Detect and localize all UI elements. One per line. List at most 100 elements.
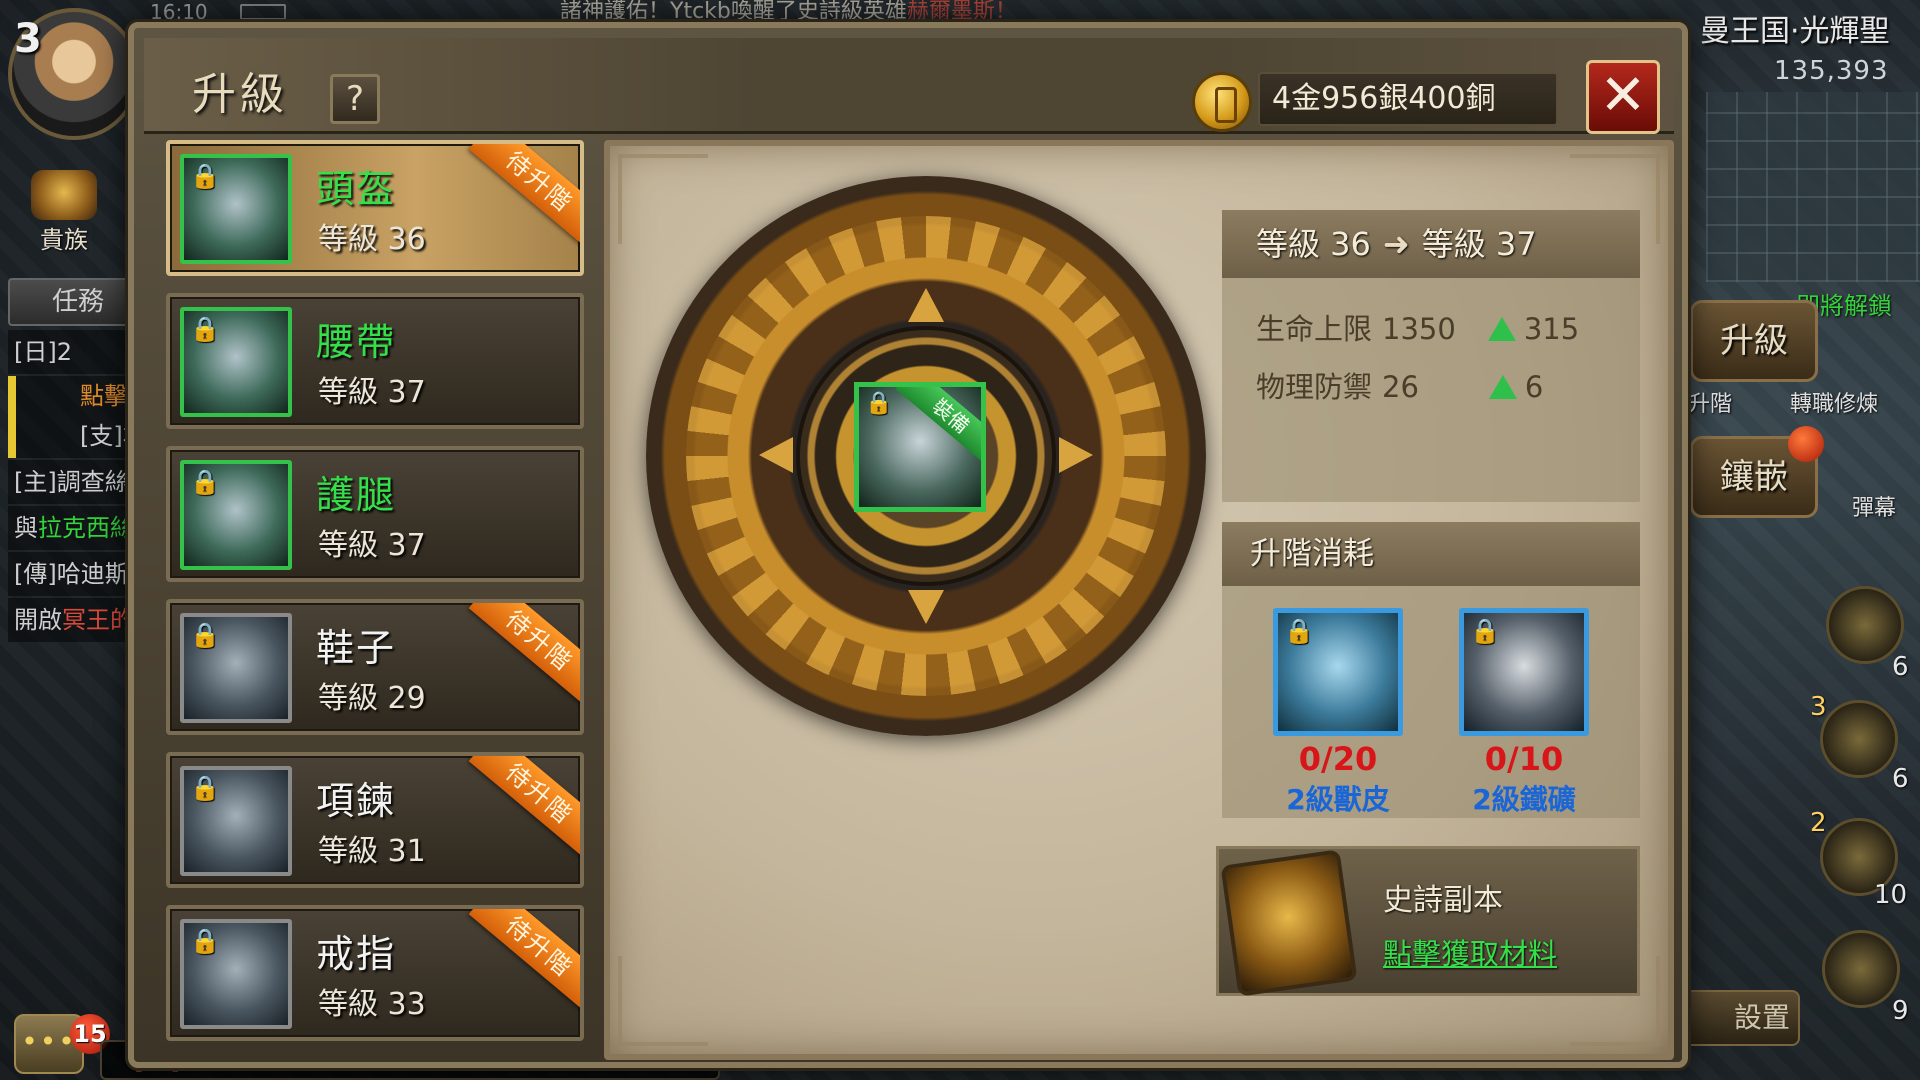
material-item[interactable]: 🔒 0/10 2級鐵礦 — [1456, 608, 1592, 818]
skill-round-icon[interactable] — [1822, 930, 1900, 1008]
medallion-spike — [759, 437, 793, 473]
equipment-name: 腰帶 — [316, 320, 397, 364]
combat-power-value: 135,393 — [1774, 56, 1889, 86]
stat-increase: 6 — [1524, 370, 1544, 404]
treasure-chest-icon — [31, 170, 97, 220]
medallion-spike — [1059, 437, 1093, 473]
skill-badge: 2 — [1810, 808, 1827, 838]
side-upgrade-button[interactable]: 升級 — [1690, 300, 1818, 382]
equipment-level: 等級 37 — [318, 528, 426, 563]
epic-dungeon-panel[interactable]: 史詩副本 點擊獲取材料 — [1216, 846, 1640, 997]
hide-icon: 🔒 — [1273, 608, 1403, 736]
stat-value: 26 — [1382, 370, 1419, 404]
quest-alert-text: 點擊 — [80, 382, 128, 410]
equipment-item-leggings[interactable]: 🔒 護腿 等級 37 — [166, 446, 584, 582]
equipment-level: 等級 31 — [318, 834, 426, 869]
skill-round-icon[interactable] — [1820, 700, 1898, 778]
necklace-icon: 🔒 — [180, 766, 292, 876]
side-barrage-label[interactable]: 彈幕 — [1852, 490, 1896, 522]
clock-text: 16:10 — [150, 0, 208, 24]
equipment-medallion: 🔒 裝備 — [646, 176, 1206, 736]
dialog-header: 升級 ? 4金956銀400銅 ✕ — [144, 38, 1674, 134]
material-count: 0/10 — [1484, 740, 1564, 778]
lock-icon: 🔒 — [190, 927, 220, 955]
material-item[interactable]: 🔒 0/20 2級獸皮 — [1270, 608, 1406, 818]
ore-icon: 🔒 — [1459, 608, 1589, 736]
lock-icon: 🔒 — [1470, 617, 1500, 645]
lock-icon: 🔒 — [190, 774, 220, 802]
material-name: 2級鐵礦 — [1472, 783, 1576, 816]
close-button[interactable]: ✕ — [1586, 60, 1660, 134]
skill-count: 10 — [1874, 880, 1908, 910]
skill-count: 6 — [1892, 764, 1909, 794]
quest-highlight: 拉克西絲 — [38, 514, 134, 542]
level-transition: 等級 36 ➜ 等級 37 — [1222, 210, 1640, 278]
noble-button[interactable]: 貴族 — [26, 170, 102, 254]
material-count: 0/20 — [1298, 740, 1378, 778]
settings-button[interactable]: 設置 — [1680, 990, 1800, 1046]
lock-icon: 🔒 — [190, 162, 220, 190]
equipped-ribbon: 裝備 — [895, 387, 981, 467]
leggings-icon: 🔒 — [180, 460, 292, 570]
stats-panel: 等級 36 ➜ 等級 37 生命上限 1350 315 物理防禦 26 6 — [1222, 210, 1640, 502]
quest-tab[interactable]: 任務 — [8, 278, 148, 326]
increase-arrow-icon — [1488, 375, 1517, 399]
side-advance-label: 升階 — [1688, 392, 1733, 417]
skill-count: 6 — [1892, 652, 1909, 682]
ring-icon: 🔒 — [180, 919, 292, 1029]
boots-icon: 🔒 — [180, 613, 292, 723]
minimap[interactable] — [1706, 92, 1920, 282]
battery-icon — [240, 4, 286, 20]
pending-advance-ribbon: 待升階 — [468, 909, 580, 1011]
medallion-spike — [908, 590, 944, 624]
gold-coin-icon — [1192, 72, 1252, 132]
equipment-list: 🔒 頭盔 等級 36 待升階 🔒 腰帶 等級 37 🔒 護腿 等級 37 🔒 鞋… — [166, 140, 584, 1058]
marquee-text: 諸神護佑！Ytckb喚醒了史詩級英雄 — [560, 0, 907, 24]
helmet-icon: 🔒 — [180, 154, 292, 264]
system-marquee: 諸神護佑！Ytckb喚醒了史詩級英雄赫爾墨斯！ — [560, 0, 1260, 24]
dungeon-book-icon — [1220, 849, 1358, 997]
lock-icon: 🔒 — [190, 621, 220, 649]
corner-ornament — [618, 154, 708, 244]
equipment-item-ring[interactable]: 🔒 戒指 等級 33 待升階 — [166, 905, 584, 1041]
quest-highlight: 冥王的 — [62, 606, 134, 634]
equipment-level: 等級 33 — [318, 987, 426, 1022]
arrow-right-icon: ➜ — [1382, 225, 1410, 263]
upgrade-dialog: 升級 ? 4金956銀400銅 ✕ 🔒 頭盔 等級 36 待升階 🔒 腰帶 等級… — [128, 22, 1688, 1068]
equipment-name: 鞋子 — [316, 626, 397, 670]
marquee-highlight: 赫爾墨斯！ — [906, 0, 1017, 24]
medallion-spike — [908, 288, 944, 322]
side-job-change-label[interactable]: 轉職修煉 — [1790, 386, 1878, 418]
stat-row-hp: 生命上限 1350 315 — [1256, 306, 1579, 348]
equipment-item-shoes[interactable]: 🔒 鞋子 等級 29 待升階 — [166, 599, 584, 735]
currency-display: 4金956銀400銅 — [1258, 72, 1558, 126]
equipment-item-helmet[interactable]: 🔒 頭盔 等級 36 待升階 — [166, 140, 584, 276]
lock-icon: 🔒 — [1284, 617, 1314, 645]
skill-badge: 3 — [1810, 692, 1827, 722]
material-name: 2級獸皮 — [1286, 783, 1390, 816]
increase-arrow-icon — [1487, 317, 1516, 341]
equipment-name: 頭盔 — [316, 167, 397, 211]
equipment-item-necklace[interactable]: 🔒 項鍊 等級 31 待升階 — [166, 752, 584, 888]
help-button[interactable]: ? — [330, 74, 380, 124]
stat-label: 物理防禦 — [1256, 370, 1373, 404]
equipment-level: 等級 36 — [318, 222, 426, 257]
get-materials-link[interactable]: 點擊獲取材料 — [1383, 931, 1557, 973]
notification-dot — [1788, 426, 1824, 462]
next-level: 等級 37 — [1421, 225, 1537, 263]
equipment-name: 戒指 — [316, 932, 397, 976]
lock-icon: 🔒 — [190, 315, 220, 343]
corner-ornament — [618, 956, 708, 1046]
pending-advance-ribbon: 待升階 — [468, 603, 580, 705]
cost-header: 升階消耗 — [1222, 522, 1640, 586]
equipment-item-belt[interactable]: 🔒 腰帶 等級 37 — [166, 293, 584, 429]
dialog-title: 升級 — [192, 69, 288, 120]
equipment-level: 等級 37 — [318, 375, 426, 410]
noble-label: 貴族 — [40, 226, 88, 254]
skill-count: 9 — [1892, 996, 1909, 1026]
quest-prefix: 與 — [14, 514, 38, 542]
equipment-level: 等級 29 — [318, 681, 426, 716]
pending-advance-ribbon: 待升階 — [468, 144, 580, 246]
selected-helmet-icon: 🔒 裝備 — [854, 382, 986, 512]
player-level: 3 — [14, 16, 42, 62]
